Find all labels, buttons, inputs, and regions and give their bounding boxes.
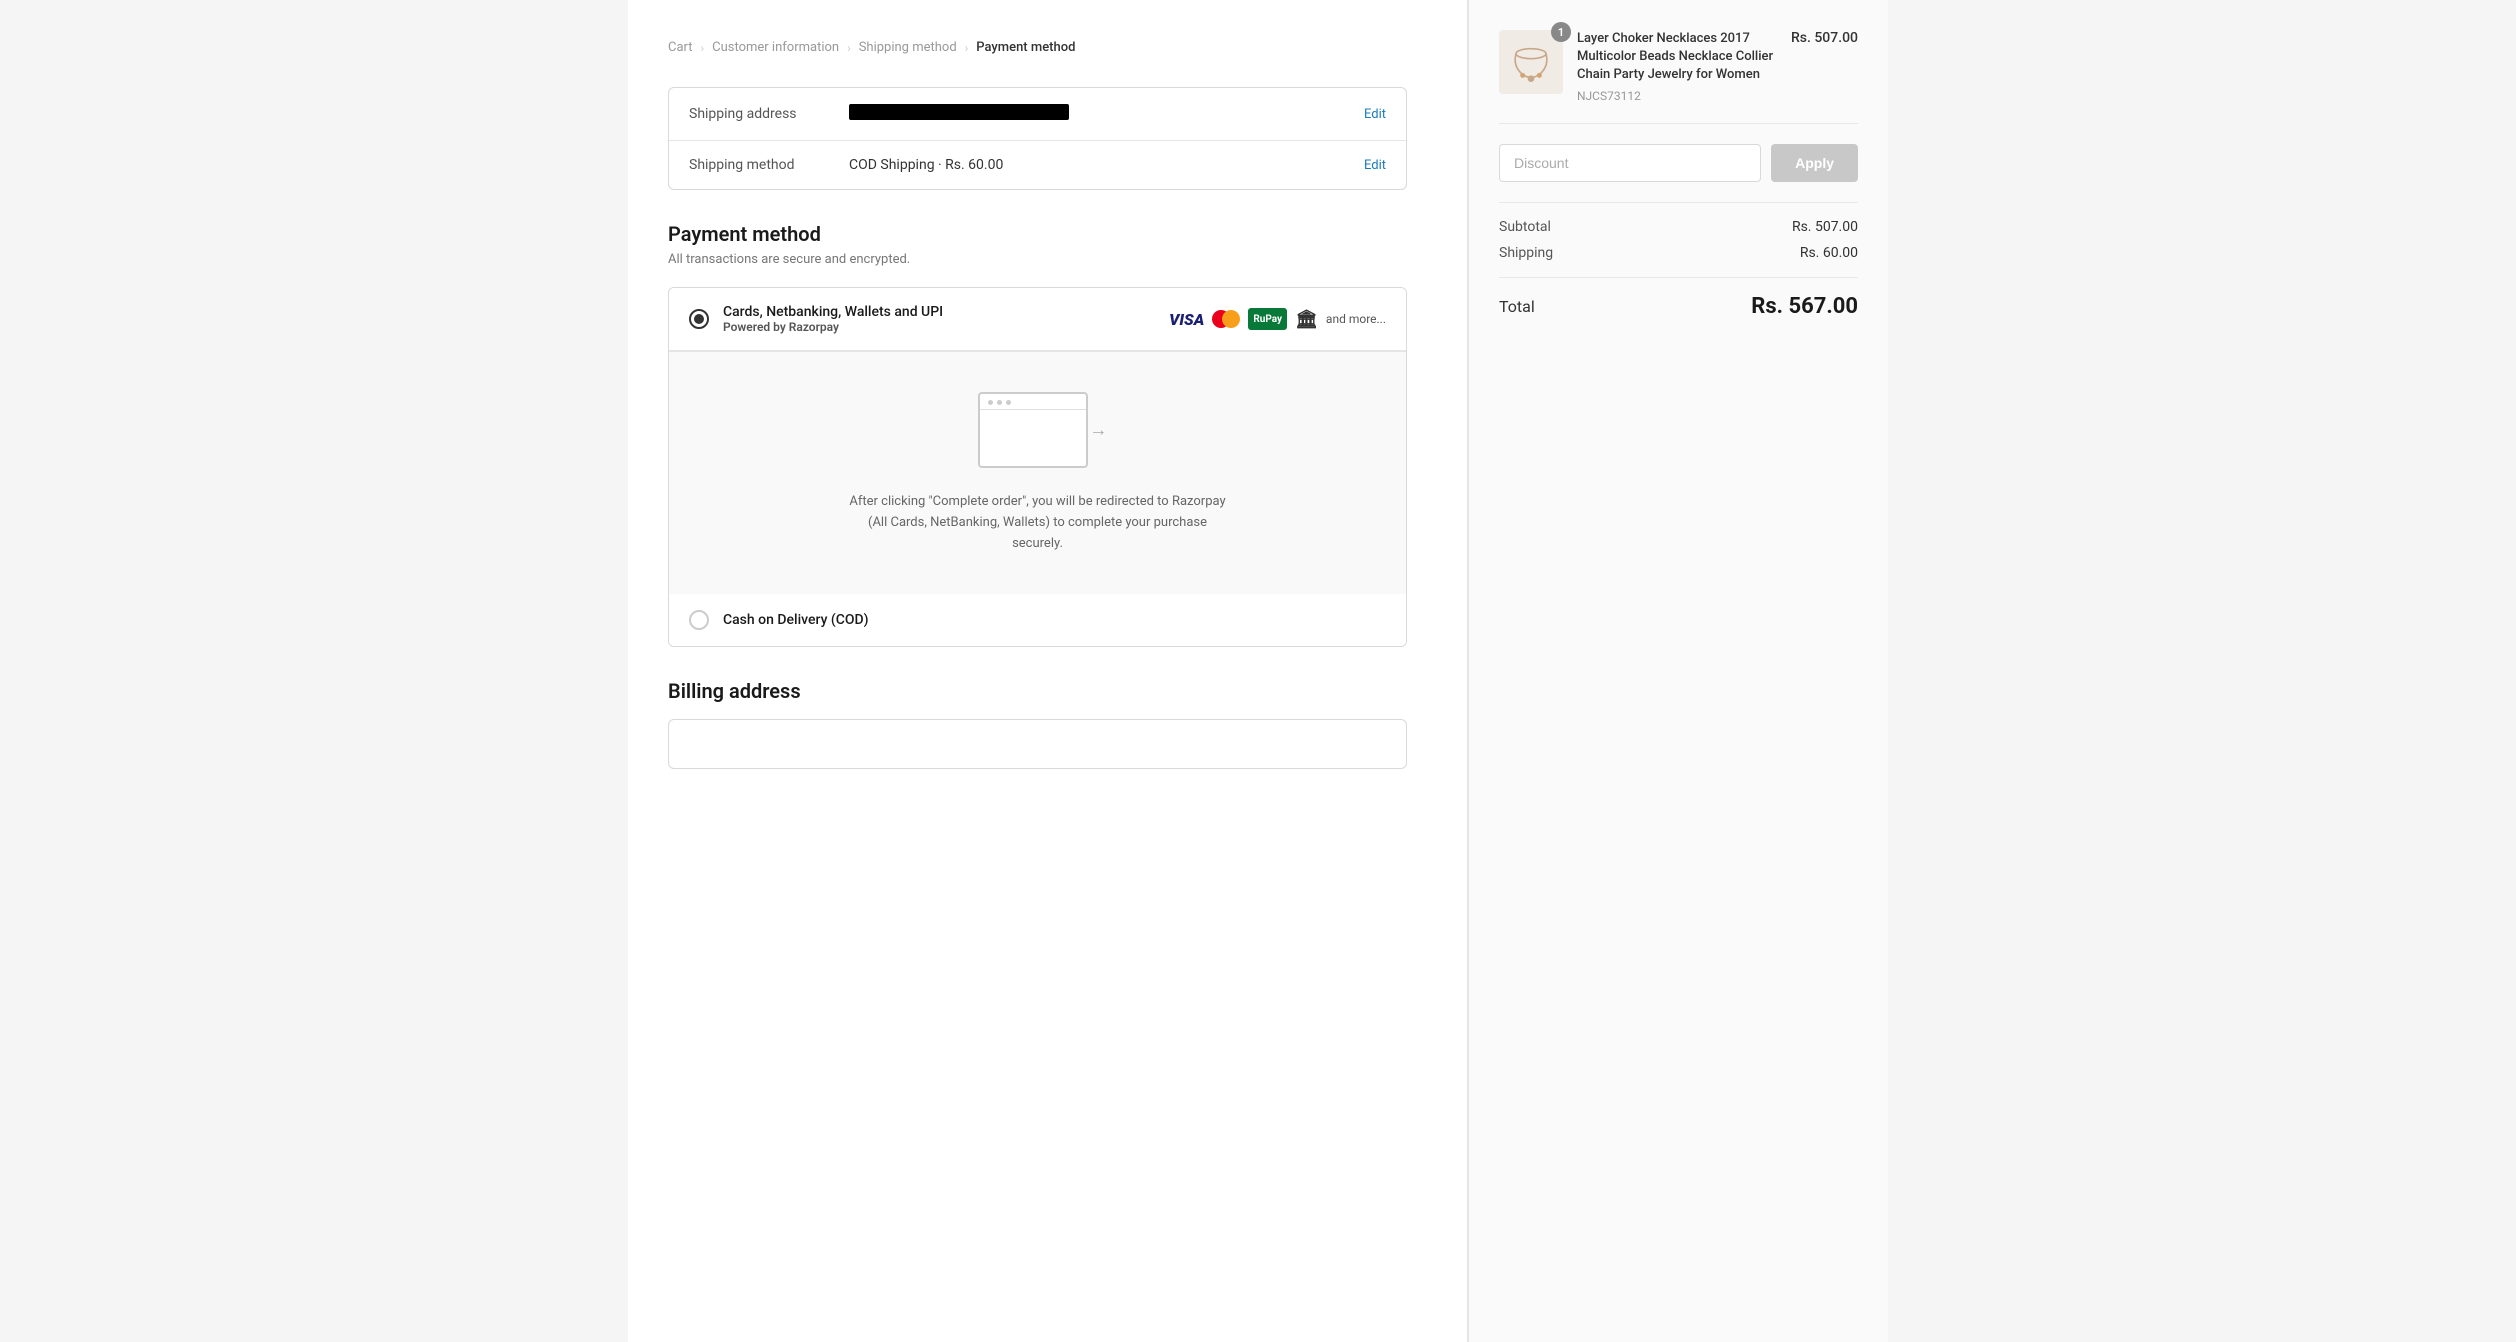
total-label: Total: [1499, 297, 1535, 316]
shipping-row: Shipping Rs. 60.00: [1499, 245, 1858, 261]
shipping-label: Shipping: [1499, 245, 1553, 261]
payment-method-subtitle: All transactions are secure and encrypte…: [668, 252, 1407, 267]
razorpay-label-group: Cards, Netbanking, Wallets and UPI Power…: [723, 304, 1157, 334]
item-price: Rs. 507.00: [1791, 30, 1858, 46]
and-more-text: and more...: [1326, 312, 1386, 326]
shipping-method-edit[interactable]: Edit: [1364, 158, 1386, 173]
shipping-method-value: COD Shipping · Rs. 60.00: [849, 157, 1364, 173]
breadcrumb-sep-2: ›: [847, 41, 851, 55]
total-row: Total Rs. 567.00: [1499, 277, 1858, 319]
necklace-thumbnail: [1506, 37, 1556, 87]
breadcrumb-shipping-method[interactable]: Shipping method: [859, 40, 957, 55]
payment-option-cod-header[interactable]: Cash on Delivery (COD): [669, 594, 1406, 646]
shipping-address-label: Shipping address: [689, 106, 849, 122]
breadcrumb-customer-info[interactable]: Customer information: [712, 40, 839, 55]
breadcrumb-sep-3: ›: [965, 41, 969, 55]
shipping-address-row: Shipping address Edit: [669, 88, 1406, 141]
payment-option-razorpay-header[interactable]: Cards, Netbanking, Wallets and UPI Power…: [669, 288, 1406, 351]
rupay-icon: RuPay: [1248, 308, 1287, 330]
razorpay-radio[interactable]: [689, 309, 709, 329]
shipping-address-redacted: [849, 104, 1069, 120]
payment-card-icons: VISA RuPay 🏛 and more...: [1169, 308, 1386, 330]
bank-icon: 🏛: [1295, 308, 1318, 330]
payment-options: Cards, Netbanking, Wallets and UPI Power…: [668, 287, 1407, 647]
razorpay-label-sub: Powered by Razorpay: [723, 320, 1157, 334]
razorpay-redirect-text: After clicking "Complete order", you wil…: [848, 492, 1228, 554]
breadcrumb-payment-method: Payment method: [976, 40, 1075, 55]
item-qty-badge: 1: [1551, 22, 1571, 42]
razorpay-radio-inner: [694, 314, 704, 324]
shipping-method-row: Shipping method COD Shipping · Rs. 60.00…: [669, 141, 1406, 189]
item-name: Layer Choker Necklaces 2017 Multicolor B…: [1577, 30, 1777, 85]
razorpay-label-main: Cards, Netbanking, Wallets and UPI: [723, 304, 1157, 320]
breadcrumb: Cart › Customer information › Shipping m…: [668, 40, 1407, 55]
item-details: Layer Choker Necklaces 2017 Multicolor B…: [1577, 30, 1777, 103]
cod-label-main: Cash on Delivery (COD): [723, 612, 1386, 628]
redirect-illustration: →: [978, 392, 1098, 472]
cod-label-group: Cash on Delivery (COD): [723, 612, 1386, 628]
shipping-method-label: Shipping method: [689, 157, 849, 173]
apply-discount-button[interactable]: Apply: [1771, 144, 1858, 182]
payment-option-cod: Cash on Delivery (COD): [669, 594, 1406, 646]
payment-option-razorpay: Cards, Netbanking, Wallets and UPI Power…: [669, 288, 1406, 594]
shipping-value: Rs. 60.00: [1800, 245, 1858, 261]
cod-radio[interactable]: [689, 610, 709, 630]
browser-dot-2: [997, 400, 1002, 405]
order-summary-panel: 1 Layer Choker Necklaces 2017 Multicolor…: [1468, 0, 1888, 1342]
payment-method-title: Payment method: [668, 222, 1407, 246]
shipping-address-edit[interactable]: Edit: [1364, 107, 1386, 122]
item-sku: NJCS73112: [1577, 89, 1777, 103]
shipping-address-value: [849, 104, 1364, 124]
subtotal-row: Subtotal Rs. 507.00: [1499, 219, 1858, 235]
visa-icon: VISA: [1169, 308, 1204, 330]
discount-row: Apply: [1499, 144, 1858, 182]
discount-input[interactable]: [1499, 144, 1761, 182]
breadcrumb-cart[interactable]: Cart: [668, 40, 693, 55]
billing-address-title: Billing address: [668, 679, 1407, 703]
item-image-wrap: 1: [1499, 30, 1563, 94]
browser-dots: [980, 394, 1086, 410]
razorpay-powered-text: Powered by: [723, 320, 786, 334]
browser-dot-1: [988, 400, 993, 405]
total-value: Rs. 567.00: [1751, 294, 1858, 319]
shipping-summary-box: Shipping address Edit Shipping method CO…: [668, 87, 1407, 190]
subtotal-label: Subtotal: [1499, 219, 1551, 235]
order-item: 1 Layer Choker Necklaces 2017 Multicolor…: [1499, 30, 1858, 124]
mastercard-icon: [1212, 308, 1240, 330]
browser-dot-3: [1006, 400, 1011, 405]
razorpay-redirect-panel: → After clicking "Complete order", you w…: [669, 351, 1406, 594]
razorpay-brand: Razorpay: [789, 320, 839, 334]
billing-address-box: [668, 719, 1407, 769]
subtotal-value: Rs. 507.00: [1792, 219, 1858, 235]
summary-divider: [1499, 202, 1858, 203]
redirect-arrow: →: [1090, 420, 1108, 441]
item-image: [1499, 30, 1563, 94]
breadcrumb-sep-1: ›: [701, 41, 705, 55]
browser-box: →: [978, 392, 1088, 468]
